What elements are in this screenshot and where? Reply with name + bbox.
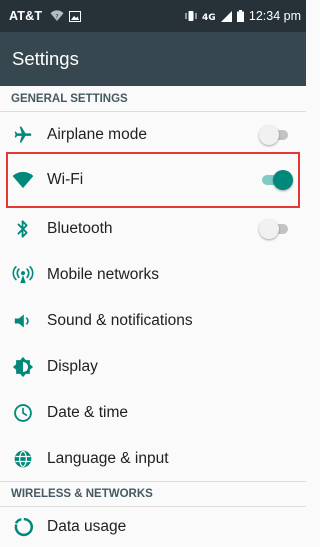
settings-item-label: Date & time (47, 404, 128, 421)
vibrate-icon (185, 10, 197, 22)
carrier-label: AT&T (9, 9, 43, 23)
svg-text:?: ? (56, 14, 59, 21)
bluetooth-toggle[interactable] (259, 218, 290, 240)
app-bar: Settings (0, 32, 306, 86)
globe-icon (11, 447, 35, 471)
settings-item-label: Display (47, 358, 98, 375)
settings-item-bluetooth[interactable]: Bluetooth (0, 206, 306, 252)
settings-item-sound-notifications[interactable]: Sound & notifications (0, 298, 306, 344)
settings-item-data-usage[interactable]: Data usage (0, 507, 306, 547)
data-usage-icon (11, 515, 35, 539)
settings-item-label: Sound & notifications (47, 312, 193, 329)
section-header-label: WIRELESS & NETWORKS (11, 488, 153, 500)
network-4g-icon: 4G (202, 10, 216, 22)
settings-item-label: Airplane mode (47, 126, 147, 143)
settings-item-label: Data usage (47, 518, 127, 535)
volume-icon (11, 309, 35, 333)
airplane-mode-toggle[interactable] (259, 124, 290, 146)
settings-item-airplane-mode[interactable]: Airplane mode (0, 112, 306, 158)
image-icon (69, 10, 82, 22)
svg-text:4G: 4G (202, 13, 216, 22)
status-bar: AT&T ? 4G 12:34 pm (0, 0, 306, 32)
settings-item-label: Bluetooth (47, 220, 113, 237)
section-header-general: GENERAL SETTINGS (0, 86, 306, 112)
clock-time: 12:34 pm (248, 9, 301, 23)
settings-item-mobile-networks[interactable]: Mobile networks (0, 252, 306, 298)
battery-icon (236, 10, 244, 22)
section-header-wireless: WIRELESS & NETWORKS (0, 481, 306, 507)
airplane-icon (11, 123, 35, 147)
mobile-network-icon (11, 263, 35, 287)
settings-item-wifi[interactable]: Wi-Fi (0, 157, 306, 203)
settings-item-display[interactable]: Display (0, 344, 306, 390)
settings-item-label: Language & input (47, 450, 169, 467)
section-header-label: GENERAL SETTINGS (11, 92, 128, 105)
settings-item-label: Wi-Fi (47, 171, 84, 188)
page-title: Settings (12, 48, 79, 69)
bluetooth-icon (11, 217, 35, 241)
clock-icon (11, 401, 35, 425)
settings-item-label: Mobile networks (47, 266, 159, 283)
signal-icon (220, 10, 232, 22)
display-icon (11, 355, 35, 379)
wifi-toggle[interactable] (260, 169, 293, 191)
settings-item-date-time[interactable]: Date & time (0, 390, 306, 436)
settings-item-language-input[interactable]: Language & input (0, 436, 306, 482)
wifi-question-icon: ? (50, 10, 64, 22)
wifi-icon (11, 168, 35, 192)
